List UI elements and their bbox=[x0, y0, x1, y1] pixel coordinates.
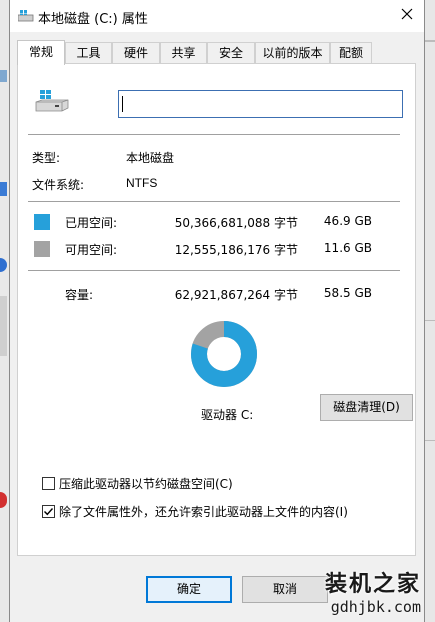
close-button[interactable] bbox=[396, 4, 418, 26]
disk-cleanup-button[interactable]: 磁盘清理(D) bbox=[320, 394, 413, 421]
used-space-size: 46.9 GB bbox=[323, 214, 372, 228]
properties-dialog: 本地磁盘 (C:) 属性 常规 工具 硬件 共享 安全 以前的版本 配额 类型:… bbox=[9, 0, 425, 622]
used-space-label: 已用空间: bbox=[65, 216, 118, 230]
background-item-1 bbox=[0, 70, 7, 82]
close-icon bbox=[401, 8, 413, 23]
general-panel: 类型: 本地磁盘 文件系统: NTFS 已用空间: 50,366,681,088… bbox=[17, 63, 416, 556]
drive-large-icon bbox=[34, 88, 70, 114]
used-space-swatch bbox=[34, 214, 50, 230]
compress-label: 压缩此驱动器以节约磁盘空间(C) bbox=[59, 477, 233, 491]
window-title: 本地磁盘 (C:) 属性 bbox=[38, 12, 148, 27]
tab-hardware[interactable]: 硬件 bbox=[112, 42, 160, 63]
type-value: 本地磁盘 bbox=[126, 151, 175, 165]
background-item-4 bbox=[0, 296, 7, 356]
watermark-url: gdhjbk.com bbox=[330, 598, 421, 616]
used-space-bytes: 50,366,681,088 字节 bbox=[174, 216, 298, 230]
tab-quota[interactable]: 配额 bbox=[330, 42, 372, 63]
watermark-text: 装机之家 bbox=[324, 572, 421, 597]
disk-usage-chart bbox=[191, 321, 257, 387]
capacity-label: 容量: bbox=[65, 288, 94, 302]
tab-sharing[interactable]: 共享 bbox=[160, 42, 207, 63]
tab-tools[interactable]: 工具 bbox=[65, 42, 112, 63]
background-item-2 bbox=[0, 182, 7, 196]
ok-button[interactable]: 确定 bbox=[146, 576, 232, 603]
compress-checkbox[interactable] bbox=[42, 477, 55, 490]
filesystem-value: NTFS bbox=[126, 176, 158, 190]
separator bbox=[28, 201, 400, 202]
drive-name-input[interactable] bbox=[118, 90, 403, 118]
tab-strip: 常规 工具 硬件 共享 安全 以前的版本 配额 bbox=[10, 40, 424, 65]
free-space-label: 可用空间: bbox=[65, 243, 118, 257]
capacity-bytes: 62,921,867,264 字节 bbox=[174, 288, 298, 302]
tab-general[interactable]: 常规 bbox=[17, 40, 65, 65]
free-space-swatch bbox=[34, 241, 50, 257]
checkmark-icon bbox=[44, 508, 54, 516]
index-checkbox[interactable] bbox=[42, 505, 55, 518]
text-cursor bbox=[122, 96, 123, 112]
background-item-5 bbox=[0, 492, 7, 508]
title-bar: 本地磁盘 (C:) 属性 bbox=[10, 0, 424, 32]
type-label: 类型: bbox=[32, 151, 61, 165]
background-item-3 bbox=[0, 258, 7, 272]
drive-icon bbox=[17, 10, 34, 22]
index-label: 除了文件属性外，还允许索引此驱动器上文件的内容(I) bbox=[59, 505, 348, 519]
cancel-button[interactable]: 取消 bbox=[242, 576, 328, 603]
tab-security[interactable]: 安全 bbox=[207, 42, 255, 63]
watermark: 装机之家 gdhjbk.com bbox=[325, 566, 421, 616]
filesystem-label: 文件系统: bbox=[32, 178, 85, 192]
separator bbox=[28, 270, 400, 271]
drive-letter-label: 驱动器 C: bbox=[201, 408, 254, 422]
separator bbox=[28, 134, 400, 135]
free-space-bytes: 12,555,186,176 字节 bbox=[174, 243, 298, 257]
capacity-size: 58.5 GB bbox=[323, 286, 372, 300]
tab-previous-versions[interactable]: 以前的版本 bbox=[255, 42, 330, 63]
free-space-size: 11.6 GB bbox=[323, 241, 372, 255]
